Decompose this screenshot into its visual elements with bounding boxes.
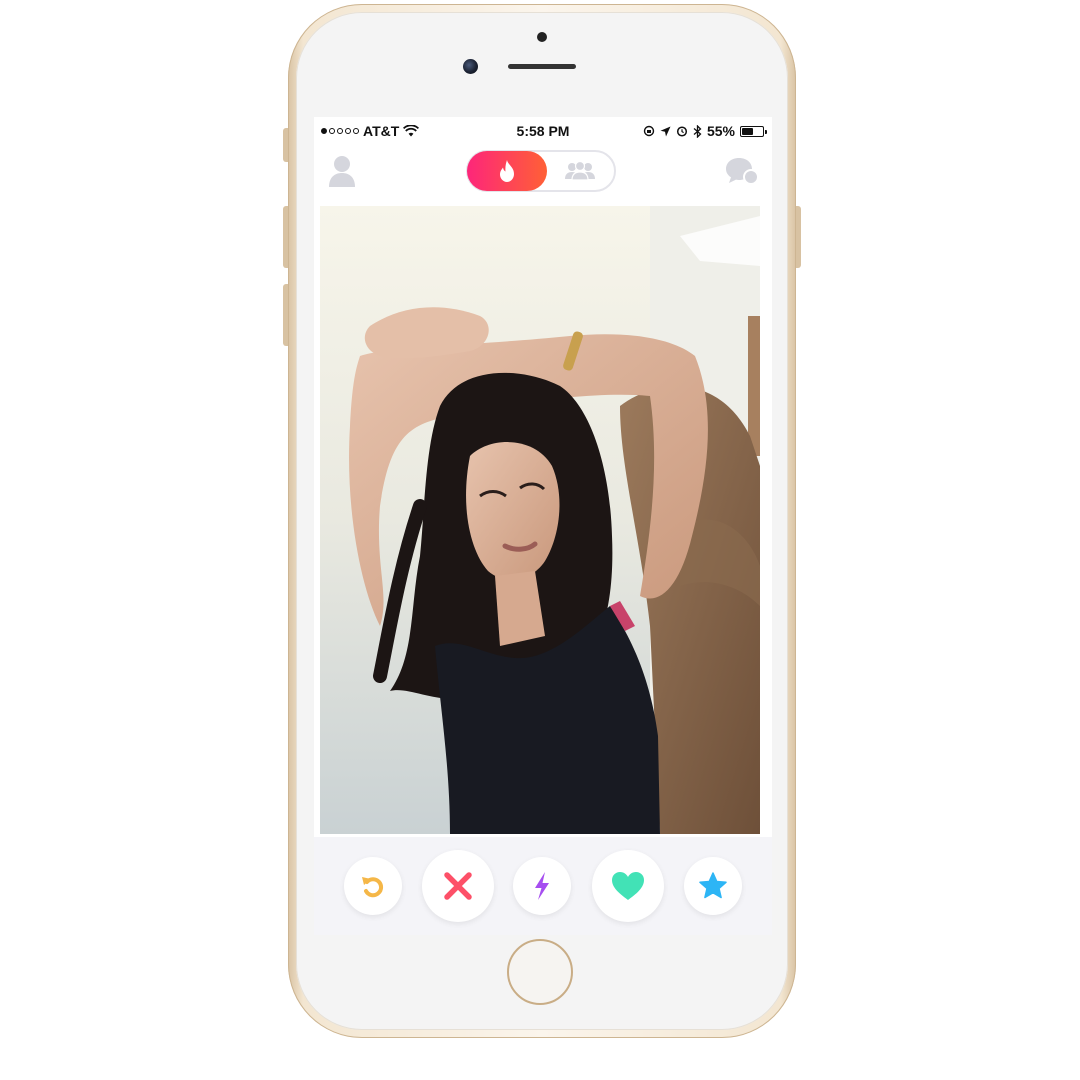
chat-icon[interactable]	[724, 155, 760, 187]
profile-card[interactable]	[320, 206, 760, 834]
rewind-icon	[362, 877, 384, 898]
battery-level	[742, 127, 753, 135]
close-icon	[444, 872, 472, 900]
front-camera	[463, 59, 478, 74]
action-bar	[314, 837, 772, 935]
rotation-lock-icon	[643, 125, 655, 137]
heart-icon	[612, 872, 644, 900]
location-icon	[660, 126, 671, 136]
alarm-icon	[676, 126, 688, 137]
rewind-button[interactable]	[344, 857, 402, 915]
earpiece-speaker	[508, 64, 576, 69]
tab-social[interactable]	[560, 160, 600, 182]
proximity-sensor	[537, 32, 547, 42]
status-right: 55%	[643, 123, 767, 139]
top-navigation	[314, 145, 772, 201]
bluetooth-icon	[693, 124, 702, 138]
status-bar: AT&T 5:58 PM 55%	[314, 117, 772, 145]
profile-photo	[320, 206, 760, 834]
battery-icon	[740, 125, 767, 137]
profile-icon[interactable]	[326, 153, 358, 189]
lightning-icon	[535, 872, 549, 900]
home-button[interactable]	[507, 939, 573, 1005]
like-button[interactable]	[592, 850, 664, 922]
mode-toggle[interactable]	[466, 150, 616, 192]
super-like-button[interactable]	[684, 857, 742, 915]
nope-button[interactable]	[422, 850, 494, 922]
tab-discover[interactable]	[467, 151, 547, 191]
star-icon	[699, 872, 727, 899]
app-screen: AT&T 5:58 PM 55%	[314, 117, 772, 935]
battery-percent: 55%	[706, 123, 735, 139]
boost-button[interactable]	[513, 857, 571, 915]
flame-icon	[500, 160, 514, 182]
group-icon	[565, 160, 595, 181]
